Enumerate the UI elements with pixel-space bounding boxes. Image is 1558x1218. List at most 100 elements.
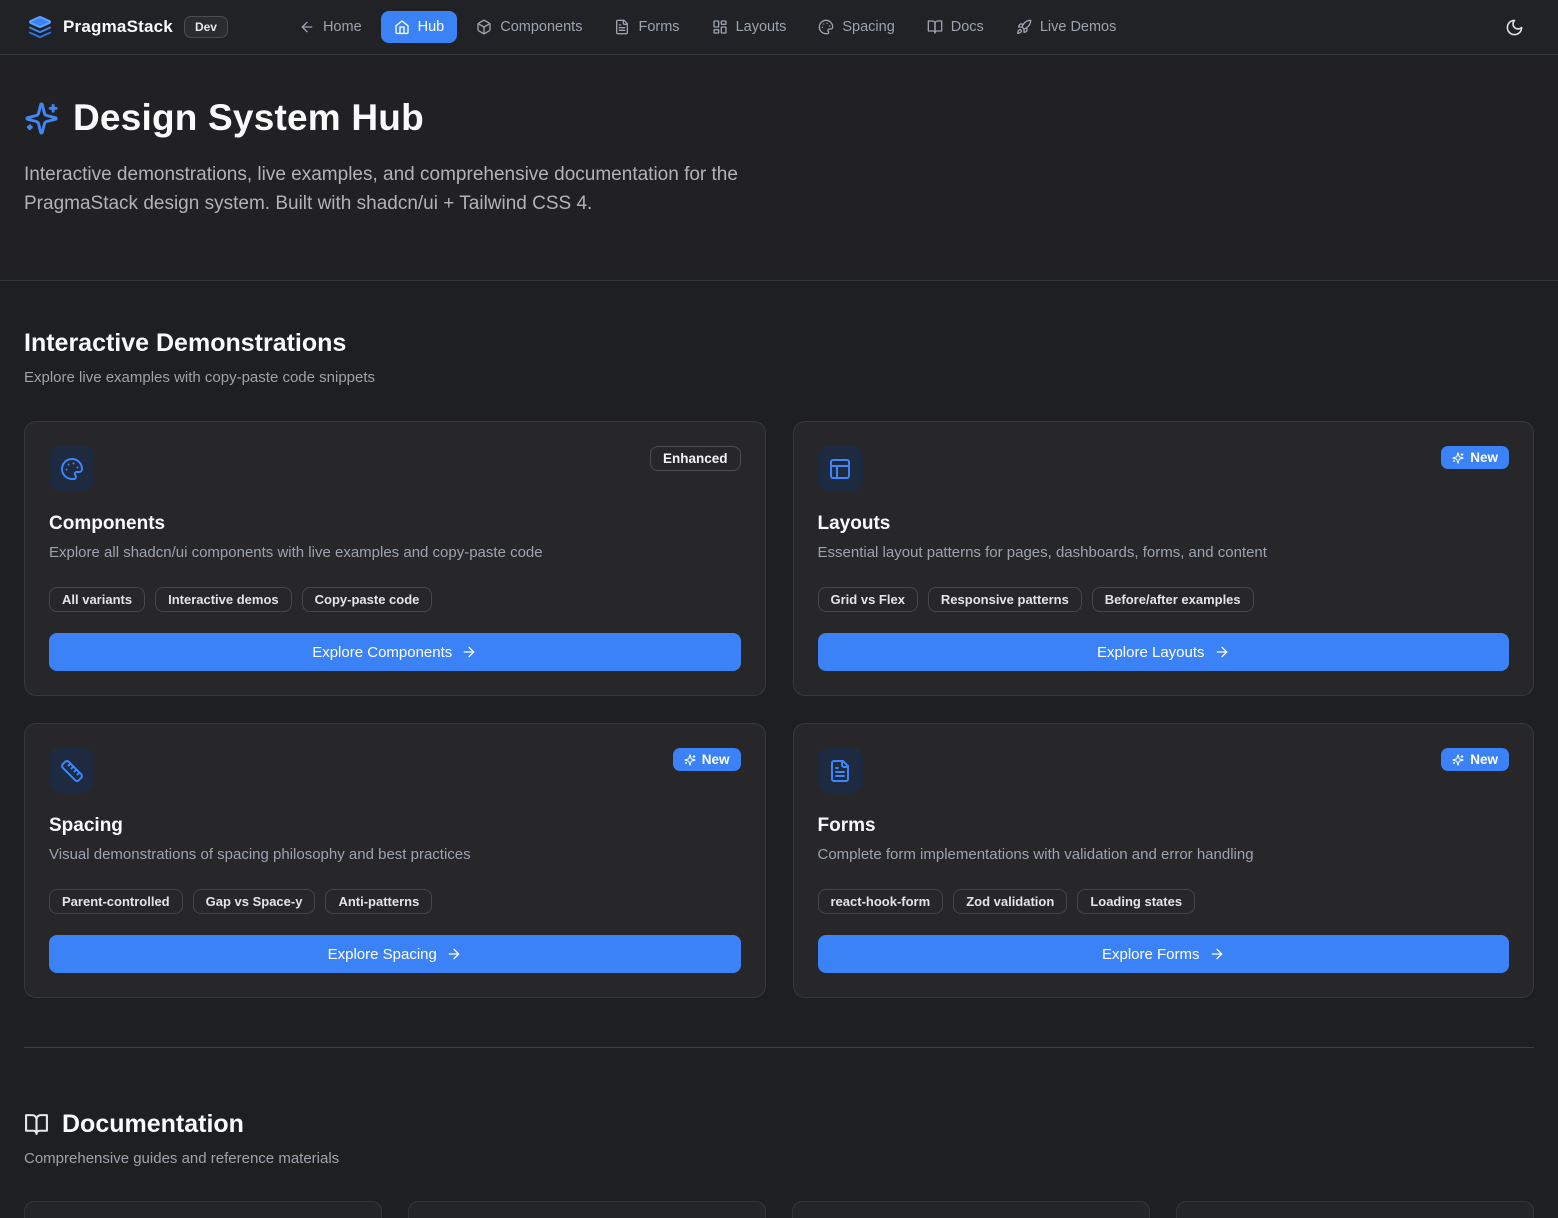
card-badge-label: New xyxy=(1470,450,1498,465)
tag-react-hook-form: react-hook-form xyxy=(818,889,944,914)
explore-button-label: Explore Components xyxy=(312,644,452,661)
demo-card-forms: New Forms Complete form implementations … xyxy=(793,723,1535,998)
nav-item-label: Live Demos xyxy=(1040,19,1117,35)
explore-button-label: Explore Layouts xyxy=(1097,644,1205,661)
explore-components-button[interactable]: Explore Components xyxy=(49,633,741,671)
documentation-heading-text: Documentation xyxy=(62,1110,244,1139)
doc-card-ai-guidelines[interactable]: AI Guidelines Rules for AI code generati… xyxy=(792,1201,1150,1218)
explore-layouts-button[interactable]: Explore Layouts xyxy=(818,633,1510,671)
nav-item-live-demos[interactable]: Live Demos xyxy=(1003,11,1130,43)
card-badge-label: New xyxy=(1470,752,1498,767)
doc-card-complete-documentation[interactable]: Complete Documentation Full design syste… xyxy=(408,1201,766,1218)
nav-menu: Home Hub Components Forms Layouts Spacing Docs… xyxy=(286,11,1129,43)
documentation-section: Documentation Comprehensive guides and r… xyxy=(24,1110,1534,1218)
tag-parent-controlled: Parent-controlled xyxy=(49,889,183,914)
book-open-icon xyxy=(24,1112,49,1137)
nav-item-spacing[interactable]: Spacing xyxy=(805,11,907,43)
page-subtitle: Interactive demonstrations, live example… xyxy=(24,161,786,218)
tag-gap-vs-space-y: Gap vs Space-y xyxy=(193,889,316,914)
package-icon xyxy=(476,19,492,35)
doc-card-quick-reference[interactable]: Quick Reference Cheat sheet for lookups xyxy=(1176,1201,1534,1218)
arrow-left-icon xyxy=(299,19,315,35)
explore-spacing-button[interactable]: Explore Spacing xyxy=(49,935,741,973)
sparkles-icon xyxy=(24,101,59,136)
demo-card-description: Essential layout patterns for pages, das… xyxy=(818,544,1510,561)
page-title-text: Design System Hub xyxy=(73,97,424,139)
rocket-icon xyxy=(1016,19,1032,35)
tag-grid-vs-flex: Grid vs Flex xyxy=(818,587,918,612)
main-content: Interactive Demonstrations Explore live … xyxy=(0,281,1558,1218)
panels-top-left-icon xyxy=(818,446,863,491)
arrow-right-icon xyxy=(461,644,477,660)
nav-item-home[interactable]: Home xyxy=(286,11,375,43)
demos-heading: Interactive Demonstrations xyxy=(24,329,1534,358)
nav-item-label: Docs xyxy=(951,19,984,35)
env-badge: Dev xyxy=(184,16,228,38)
demo-card-description: Complete form implementations with valid… xyxy=(818,846,1510,863)
sparkles-icon xyxy=(1452,754,1464,766)
explore-forms-button[interactable]: Explore Forms xyxy=(818,935,1510,973)
ruler-icon xyxy=(49,748,94,793)
nav-item-docs[interactable]: Docs xyxy=(914,11,997,43)
nav-item-label: Layouts xyxy=(736,19,787,35)
page-title: Design System Hub xyxy=(24,97,1534,139)
nav-item-layouts[interactable]: Layouts xyxy=(699,11,800,43)
nav-item-label: Hub xyxy=(418,19,445,35)
file-text-icon xyxy=(818,748,863,793)
demo-card-header: Enhanced xyxy=(49,446,741,491)
palette-icon xyxy=(49,446,94,491)
tag-zod-validation: Zod validation xyxy=(953,889,1067,914)
demo-card-title: Layouts xyxy=(818,513,1510,535)
tag-all-variants: All variants xyxy=(49,587,145,612)
documentation-subheading: Comprehensive guides and reference mater… xyxy=(24,1150,1534,1167)
explore-button-label: Explore Forms xyxy=(1102,946,1200,963)
demo-card-grid: Enhanced Components Explore all shadcn/u… xyxy=(24,421,1534,998)
card-badge: New xyxy=(1441,446,1509,469)
theme-toggle-button[interactable] xyxy=(1499,12,1530,43)
doc-card-quick-start[interactable]: Quick Start 5-minute crash course xyxy=(24,1201,382,1218)
demo-card-spacing: New Spacing Visual demonstrations of spa… xyxy=(24,723,766,998)
arrow-right-icon xyxy=(1209,946,1225,962)
demo-card-tags: All variantsInteractive demosCopy-paste … xyxy=(49,587,741,612)
layers-icon xyxy=(28,15,52,39)
nav-item-forms[interactable]: Forms xyxy=(601,11,692,43)
moon-icon xyxy=(1505,18,1524,37)
documentation-heading: Documentation xyxy=(24,1110,1534,1139)
nav-item-label: Forms xyxy=(638,19,679,35)
nav-item-hub[interactable]: Hub xyxy=(381,11,458,43)
demo-card-tags: Parent-controlled Gap vs Space-y Anti-patt… xyxy=(49,889,741,914)
arrow-right-icon xyxy=(1214,644,1230,660)
nav-item-label: Spacing xyxy=(842,19,894,35)
explore-button-label: Explore Spacing xyxy=(328,946,437,963)
card-badge: New xyxy=(1441,748,1509,771)
tag-anti-patterns: Anti-patterns xyxy=(325,889,432,914)
demo-card-header: New xyxy=(818,446,1510,491)
sparkles-icon xyxy=(684,754,696,766)
card-badge: Enhanced xyxy=(650,446,741,471)
demo-card-tags: Grid vs FlexResponsive patternsBefore/af… xyxy=(818,587,1510,612)
sparkles-icon xyxy=(1452,452,1464,464)
home-icon xyxy=(394,19,410,35)
card-badge: New xyxy=(673,748,741,771)
demo-card-title: Spacing xyxy=(49,815,741,837)
file-text-icon xyxy=(614,19,630,35)
nav-item-label: Components xyxy=(500,19,582,35)
nav-item-label: Home xyxy=(323,19,362,35)
nav-item-components[interactable]: Components xyxy=(463,11,595,43)
demo-card-layouts: New Layouts Essential layout patterns fo… xyxy=(793,421,1535,696)
tag-responsive-patterns: Responsive patterns xyxy=(928,587,1082,612)
demos-subheading: Explore live examples with copy-paste co… xyxy=(24,369,1534,386)
tag-loading-states: Loading states xyxy=(1077,889,1195,914)
demo-card-title: Components xyxy=(49,513,741,535)
navbar: PragmaStack Dev Home Hub Components Forms La… xyxy=(0,0,1558,55)
layout-dashboard-icon xyxy=(712,19,728,35)
demo-card-header: New xyxy=(49,748,741,793)
arrow-right-icon xyxy=(446,946,462,962)
hero: Design System Hub Interactive demonstrat… xyxy=(0,55,1558,281)
book-open-icon xyxy=(927,19,943,35)
palette-icon xyxy=(818,19,834,35)
section-divider xyxy=(24,1047,1534,1048)
brand[interactable]: PragmaStack Dev xyxy=(28,15,228,39)
demo-card-description: Explore all shadcn/ui components with li… xyxy=(49,544,741,561)
demos-section: Interactive Demonstrations Explore live … xyxy=(24,329,1534,998)
